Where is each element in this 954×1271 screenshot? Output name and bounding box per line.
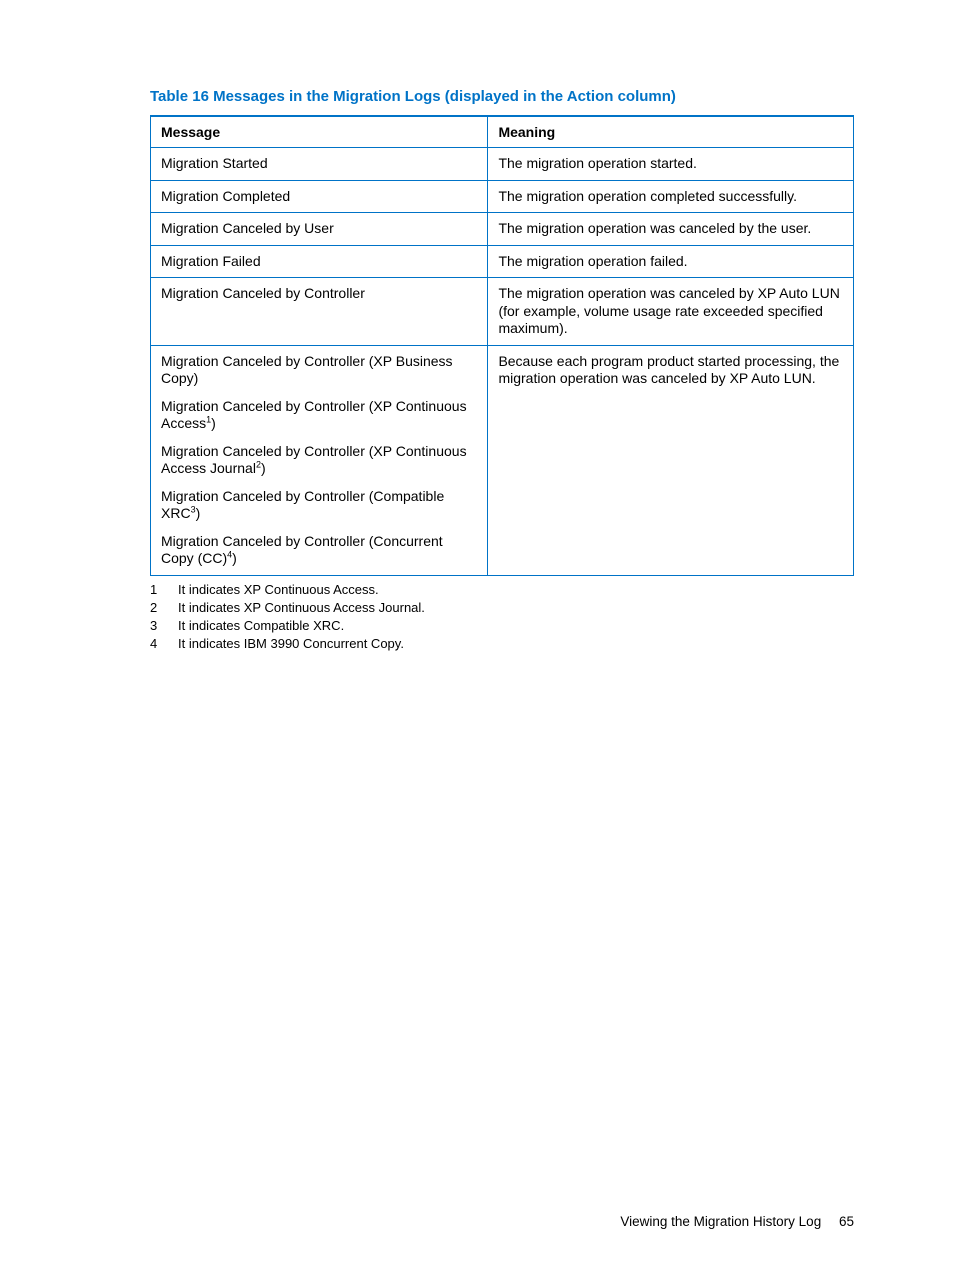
col-header-meaning: Meaning	[488, 116, 854, 148]
table-row: Migration Completed The migration operat…	[151, 180, 854, 213]
msg-text: )	[211, 415, 216, 431]
msg-text: )	[196, 505, 201, 521]
footnote-item: 3 It indicates Compatible XRC.	[150, 618, 854, 633]
cell-meaning: The migration operation was canceled by …	[488, 213, 854, 246]
footer-section: Viewing the Migration History Log	[620, 1214, 821, 1229]
cell-meaning: Because each program product started pro…	[488, 345, 854, 575]
footnote-text: It indicates XP Continuous Access.	[178, 582, 379, 597]
footnote-item: 4 It indicates IBM 3990 Concurrent Copy.	[150, 636, 854, 651]
table-row: Migration Canceled by Controller The mig…	[151, 278, 854, 346]
cell-meaning: The migration operation completed succes…	[488, 180, 854, 213]
footnote-text: It indicates XP Continuous Access Journa…	[178, 600, 425, 615]
messages-table: Message Meaning Migration Started The mi…	[150, 115, 854, 576]
table-row: Migration Started The migration operatio…	[151, 148, 854, 181]
footnote-item: 2 It indicates XP Continuous Access Jour…	[150, 600, 854, 615]
cell-message-grouped: Migration Canceled by Controller (XP Bus…	[151, 345, 488, 575]
msg-text: Migration Canceled by Controller (Compat…	[161, 488, 444, 522]
cell-meaning: The migration operation failed.	[488, 245, 854, 278]
msg-text: Migration Canceled by Controller (XP Bus…	[161, 353, 453, 387]
col-header-message: Message	[151, 116, 488, 148]
table-row-grouped: Migration Canceled by Controller (XP Bus…	[151, 345, 854, 575]
page-footer: Viewing the Migration History Log 65	[620, 1214, 854, 1229]
footnote-num: 4	[150, 636, 178, 651]
cell-message: Migration Completed	[151, 180, 488, 213]
footnote-item: 1 It indicates XP Continuous Access.	[150, 582, 854, 597]
footnote-num: 1	[150, 582, 178, 597]
footnote-text: It indicates Compatible XRC.	[178, 618, 344, 633]
cell-meaning: The migration operation was canceled by …	[488, 278, 854, 346]
table-title: Table 16 Messages in the Migration Logs …	[150, 88, 854, 105]
cell-meaning: The migration operation started.	[488, 148, 854, 181]
table-row: Migration Failed The migration operation…	[151, 245, 854, 278]
cell-message: Migration Canceled by User	[151, 213, 488, 246]
cell-message: Migration Failed	[151, 245, 488, 278]
cell-message: Migration Canceled by Controller	[151, 278, 488, 346]
msg-text: Migration Canceled by Controller (XP Con…	[161, 443, 467, 477]
footer-page-number: 65	[839, 1214, 854, 1229]
footnote-text: It indicates IBM 3990 Concurrent Copy.	[178, 636, 404, 651]
msg-text: Migration Canceled by Controller (Concur…	[161, 533, 443, 567]
footnotes: 1 It indicates XP Continuous Access. 2 I…	[150, 582, 854, 651]
footnote-num: 2	[150, 600, 178, 615]
document-page: Table 16 Messages in the Migration Logs …	[0, 0, 954, 651]
footnote-num: 3	[150, 618, 178, 633]
msg-text: )	[232, 550, 237, 566]
cell-message: Migration Started	[151, 148, 488, 181]
msg-text: )	[261, 460, 266, 476]
table-row: Migration Canceled by User The migration…	[151, 213, 854, 246]
